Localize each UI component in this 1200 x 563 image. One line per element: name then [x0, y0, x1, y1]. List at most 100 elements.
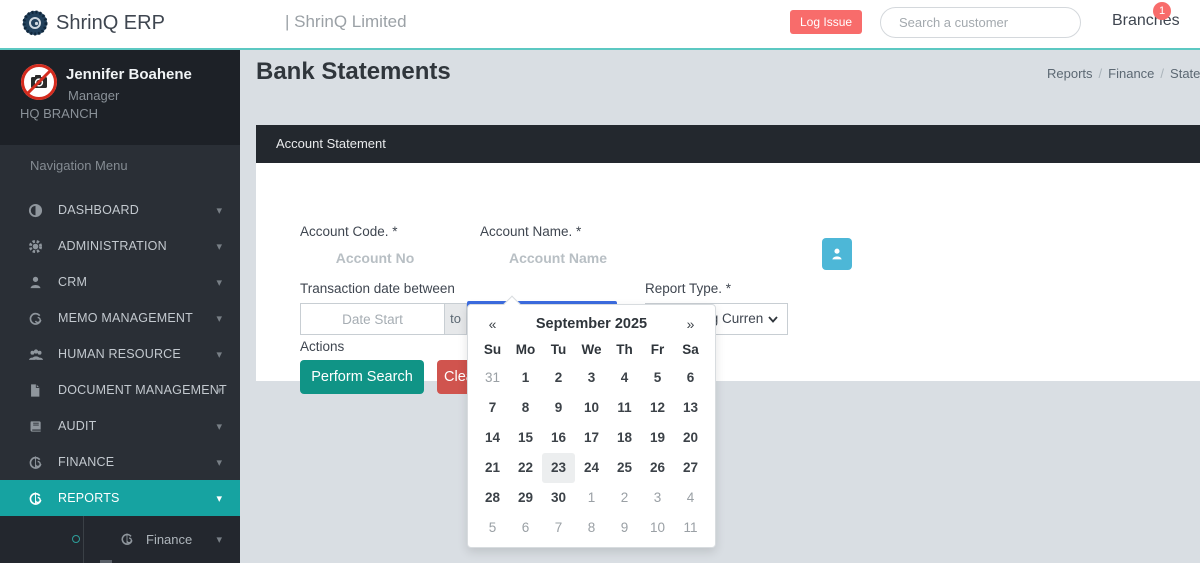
- breadcrumb-reports[interactable]: Reports: [1047, 66, 1093, 81]
- calendar-day[interactable]: 6: [509, 513, 542, 543]
- calendar-day[interactable]: 27: [674, 453, 707, 483]
- document-icon: [28, 382, 44, 398]
- breadcrumb-finance[interactable]: Finance: [1108, 66, 1154, 81]
- card-body: Account Code. * Account Name. * Transact…: [256, 163, 1200, 381]
- calendar-day[interactable]: 1: [575, 483, 608, 513]
- chevron-down-icon: [768, 316, 778, 323]
- perform-search-button[interactable]: Perform Search: [300, 360, 424, 394]
- calendar-day[interactable]: 18: [608, 423, 641, 453]
- chevron-down-icon: ▾: [216, 204, 222, 217]
- calendar-day[interactable]: 4: [608, 363, 641, 393]
- sidebar-item-administration[interactable]: ADMINISTRATION ▾: [0, 228, 240, 264]
- user-branch: HQ BRANCH: [20, 106, 98, 121]
- calendar-day[interactable]: 26: [641, 453, 674, 483]
- calendar-day[interactable]: 5: [476, 513, 509, 543]
- cedi-icon: [120, 532, 134, 546]
- calendar-month-label[interactable]: September 2025: [509, 316, 674, 332]
- calendar-day-headers: SuMoTuWeThFrSa: [476, 337, 707, 363]
- calendar-day[interactable]: 12: [641, 393, 674, 423]
- calendar-day[interactable]: 10: [575, 393, 608, 423]
- prev-month-button[interactable]: «: [476, 316, 509, 332]
- calendar-day[interactable]: 21: [476, 453, 509, 483]
- calendar-day[interactable]: 14: [476, 423, 509, 453]
- calendar-day[interactable]: 15: [509, 423, 542, 453]
- chevron-down-icon: ▾: [216, 420, 222, 433]
- user-profile[interactable]: Jennifer Boahene Manager HQ BRANCH: [0, 50, 240, 145]
- sidebar-item-memo-management[interactable]: MEMO MANAGEMENT ▾: [0, 300, 240, 336]
- brand-name: ShrinQ ERP: [56, 12, 165, 35]
- sidebar-item-human-resource[interactable]: HUMAN RESOURCE ▾: [0, 336, 240, 372]
- calendar-day[interactable]: 2: [542, 363, 575, 393]
- next-month-button[interactable]: »: [674, 316, 707, 332]
- calendar-day[interactable]: 28: [476, 483, 509, 513]
- calendar-day[interactable]: 24: [575, 453, 608, 483]
- calendar-day[interactable]: 22: [509, 453, 542, 483]
- calendar-day[interactable]: 7: [542, 513, 575, 543]
- calendar-dayname: We: [575, 337, 608, 363]
- calendar-dayname: Su: [476, 337, 509, 363]
- account-statement-card: Account Statement Account Code. * Accoun…: [256, 125, 1200, 381]
- sidebar-item-reports[interactable]: REPORTS ▾: [0, 480, 240, 516]
- sidebar-item-audit[interactable]: AUDIT ▾: [0, 408, 240, 444]
- calendar-day[interactable]: 13: [674, 393, 707, 423]
- log-issue-button[interactable]: Log Issue: [790, 10, 862, 34]
- page-title: Bank Statements: [256, 58, 451, 86]
- calendar-day[interactable]: 4: [674, 483, 707, 513]
- report-type-label: Report Type. *: [645, 281, 731, 296]
- dashboard-icon: [28, 202, 44, 218]
- calendar-day[interactable]: 29: [509, 483, 542, 513]
- bullet-icon: [72, 535, 80, 543]
- account-name-input[interactable]: [478, 243, 638, 273]
- calendar-day[interactable]: 8: [575, 513, 608, 543]
- user-name: Jennifer Boahene: [66, 66, 192, 83]
- chevron-down-icon: ▾: [216, 312, 222, 325]
- chevron-down-icon: ▾: [216, 384, 222, 397]
- calendar-day[interactable]: 20: [674, 423, 707, 453]
- chevron-down-icon: ▾: [216, 240, 222, 253]
- calendar-header: « September 2025 »: [476, 311, 707, 337]
- calendar-day[interactable]: 1: [509, 363, 542, 393]
- calendar-day[interactable]: 11: [674, 513, 707, 543]
- calendar-day[interactable]: 31: [476, 363, 509, 393]
- calendar-day[interactable]: 3: [641, 483, 674, 513]
- account-code-input[interactable]: [300, 243, 450, 273]
- calendar-day[interactable]: 17: [575, 423, 608, 453]
- calendar-day[interactable]: 9: [542, 393, 575, 423]
- calendar-day[interactable]: 8: [509, 393, 542, 423]
- person-icon: [830, 247, 844, 261]
- actions-label: Actions: [300, 339, 344, 354]
- calendar-day[interactable]: 7: [476, 393, 509, 423]
- cedi-icon: [28, 490, 44, 506]
- calendar-dayname: Tu: [542, 337, 575, 363]
- calendar-day[interactable]: 6: [674, 363, 707, 393]
- user-role: Manager: [68, 88, 119, 103]
- calendar-day[interactable]: 9: [608, 513, 641, 543]
- calendar-dayname: Th: [608, 337, 641, 363]
- sidebar-nav: DASHBOARD ▾ ADMINISTRATION ▾ CRM ▾ MEMO …: [0, 192, 240, 516]
- sidebar-item-dashboard[interactable]: DASHBOARD ▾: [0, 192, 240, 228]
- calendar-day[interactable]: 11: [608, 393, 641, 423]
- account-lookup-button[interactable]: [822, 238, 852, 270]
- calendar-day[interactable]: 5: [641, 363, 674, 393]
- sidebar-item-finance[interactable]: FINANCE ▾: [0, 444, 240, 480]
- calendar-day[interactable]: 25: [608, 453, 641, 483]
- chevron-down-icon: ▾: [216, 492, 222, 505]
- sidebar-item-document-management[interactable]: DOCUMENT MANAGEMENT ▾: [0, 372, 240, 408]
- calendar-day[interactable]: 2: [608, 483, 641, 513]
- date-start-input[interactable]: [300, 303, 445, 335]
- calendar-day[interactable]: 3: [575, 363, 608, 393]
- calendar-day[interactable]: 30: [542, 483, 575, 513]
- card-header: Account Statement: [256, 125, 1200, 163]
- calendar-day[interactable]: 23: [542, 453, 575, 483]
- breadcrumb-current: State: [1170, 66, 1200, 81]
- sidebar-item-crm[interactable]: CRM ▾: [0, 264, 240, 300]
- app-brand[interactable]: ShrinQ ERP: [22, 10, 165, 36]
- customer-search-input[interactable]: [880, 7, 1081, 38]
- calendar-day[interactable]: 16: [542, 423, 575, 453]
- date-between-label: Transaction date between: [300, 281, 455, 296]
- calendar-day[interactable]: 10: [641, 513, 674, 543]
- breadcrumb: Reports/Finance/State: [1047, 66, 1200, 81]
- calendar-day[interactable]: 19: [641, 423, 674, 453]
- submenu-item-finance[interactable]: Finance ▾: [0, 524, 240, 554]
- chevron-down-icon: ▾: [216, 533, 222, 546]
